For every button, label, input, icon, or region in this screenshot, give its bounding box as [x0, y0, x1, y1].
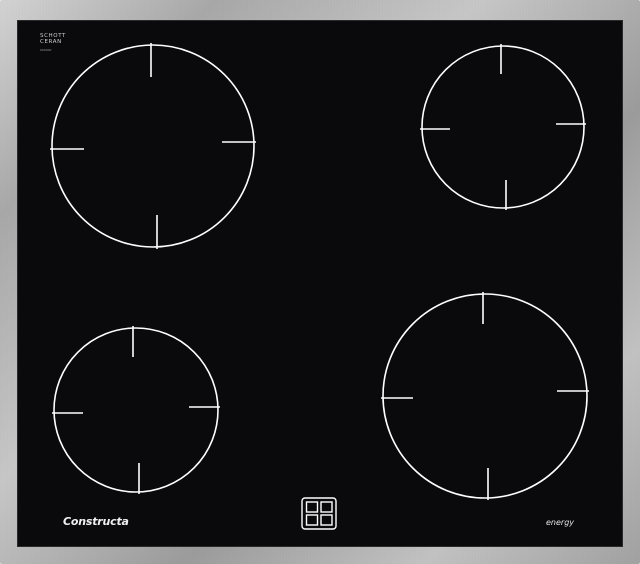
burner-front-right	[381, 292, 589, 500]
logo-line-2: CERAN	[40, 39, 62, 45]
logo-fine-print: 000000	[40, 48, 52, 52]
brand-logo: Constructa	[63, 515, 129, 528]
schott-ceran-logo: SCHOTT CERAN 000000	[40, 33, 66, 53]
burner-rear-left	[50, 43, 256, 249]
energy-label: energy	[545, 518, 574, 527]
burner-markings	[50, 43, 589, 530]
ceramic-glass-cooktop: SCHOTT CERAN 000000 Constructa energy	[17, 20, 623, 547]
burner-front-left	[52, 326, 220, 494]
burner-position-indicator-icon	[301, 497, 337, 530]
burner-rear-right	[420, 44, 586, 210]
